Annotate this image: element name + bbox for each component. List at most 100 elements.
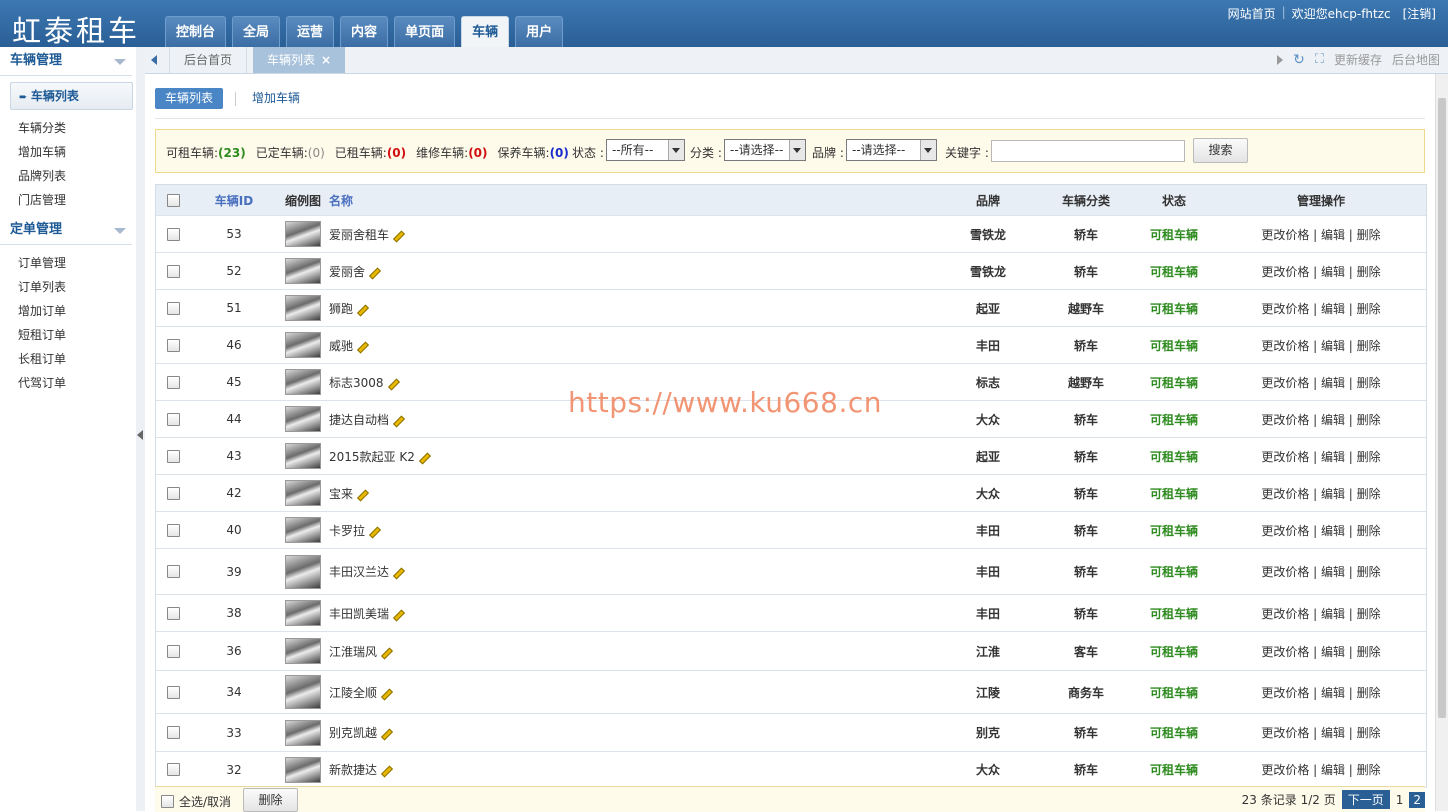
vehicle-thumbnail[interactable] [285,443,321,469]
pencil-edit-icon[interactable] [357,340,370,354]
row-checkbox[interactable] [166,685,180,699]
vehicle-thumbnail[interactable] [285,675,321,709]
vehicle-thumbnail[interactable] [285,517,321,543]
pencil-edit-icon[interactable] [418,451,431,465]
subtab-add-vehicle[interactable]: 增加车辆 [242,88,310,109]
sidebar-item[interactable]: 订单管理 [0,251,136,275]
vehicle-name[interactable]: 爱丽舍租车 [329,226,389,243]
refresh-cache-button[interactable]: 更新缓存 [1334,47,1382,73]
page-1-link[interactable]: 1 [1396,793,1404,807]
row-checkbox[interactable] [166,763,180,776]
sidebar-item[interactable]: 长租订单 [0,347,136,371]
row-actions[interactable]: 更改价格 | 编辑 | 删除 [1261,684,1380,701]
nav-tab[interactable]: 车辆 [461,16,510,47]
row-checkbox[interactable] [166,726,180,739]
vehicle-name[interactable]: 新款捷达 [329,761,377,778]
col-header-name[interactable]: 名称 [329,185,929,215]
fullscreen-icon[interactable]: ⛶ [1315,47,1324,73]
tab-scroll-right-icon[interactable] [1277,55,1284,65]
sidebar-item[interactable]: 订单列表 [0,275,136,299]
nav-tab[interactable]: 单页面 [394,16,456,47]
vehicle-name[interactable]: 别克凯越 [329,724,377,741]
sidebar-item[interactable]: ➨ 车辆列表 [10,82,133,110]
vehicle-name[interactable]: 卡罗拉 [329,522,365,539]
vehicle-name[interactable]: 丰田凯美瑞 [329,605,389,622]
row-checkbox[interactable] [166,565,180,578]
page-2-current[interactable]: 2 [1409,791,1425,808]
nav-tab[interactable]: 全局 [232,16,281,47]
vehicle-name[interactable]: 丰田汉兰达 [329,563,389,580]
select-all[interactable]: 全选/取消 [161,793,231,810]
row-actions[interactable]: 更改价格 | 编辑 | 删除 [1261,724,1380,741]
vehicle-thumbnail[interactable] [285,221,321,247]
pencil-edit-icon[interactable] [393,229,406,243]
pencil-edit-icon[interactable] [381,765,394,778]
vehicle-name[interactable]: 江淮瑞风 [329,643,377,660]
sidebar-item[interactable]: 代驾订单 [0,371,136,395]
sidebar-item[interactable]: 增加订单 [0,299,136,323]
sidebar-collapse-handle[interactable] [136,47,145,811]
vehicle-name[interactable]: 标志3008 [329,374,384,391]
vehicle-thumbnail[interactable] [285,480,321,506]
scrollbar-thumb[interactable] [1438,98,1446,718]
vehicle-name[interactable]: 2015款起亚 K2 [329,448,415,465]
pencil-edit-icon[interactable] [369,525,382,539]
pencil-edit-icon[interactable] [381,646,394,660]
pencil-edit-icon[interactable] [357,488,370,502]
vehicle-thumbnail[interactable] [285,406,321,432]
row-actions[interactable]: 更改价格 | 编辑 | 删除 [1261,522,1380,539]
nav-tab[interactable]: 内容 [340,16,389,47]
category-select[interactable]: --请选择-- [724,139,806,161]
sidebar-section-header[interactable]: 定单管理 [0,216,132,245]
row-actions[interactable]: 更改价格 | 编辑 | 删除 [1261,563,1380,580]
col-header-id[interactable]: 车辆ID [196,185,272,215]
subtab-vehicle-list[interactable]: 车辆列表 [155,88,224,109]
refresh-icon[interactable]: ↻ [1293,47,1305,73]
vertical-scrollbar[interactable] [1435,74,1448,811]
vehicle-name[interactable]: 狮跑 [329,300,353,317]
status-select[interactable]: --所有-- [606,139,685,161]
tab-home[interactable]: 后台首页 [169,47,248,73]
pencil-edit-icon[interactable] [369,266,382,280]
sidebar-item[interactable]: 门店管理 [0,188,136,212]
sitemap-button[interactable]: 后台地图 [1392,47,1440,73]
logout-link[interactable]: [注销] [1397,5,1442,22]
row-checkbox[interactable] [166,301,180,315]
select-all-footer-checkbox[interactable] [161,795,174,808]
vehicle-thumbnail[interactable] [285,554,321,589]
row-actions[interactable]: 更改价格 | 编辑 | 删除 [1261,337,1380,354]
tab-scroll-left-icon[interactable] [151,55,157,65]
row-actions[interactable]: 更改价格 | 编辑 | 删除 [1261,485,1380,502]
row-checkbox[interactable] [166,523,180,537]
pencil-edit-icon[interactable] [393,414,406,428]
pencil-edit-icon[interactable] [381,687,394,701]
row-checkbox[interactable] [166,264,180,278]
select-all-checkbox[interactable] [166,193,180,207]
tab-vehicle-list[interactable]: 车辆列表 × [253,47,346,73]
row-actions[interactable]: 更改价格 | 编辑 | 删除 [1261,226,1380,243]
row-checkbox[interactable] [166,606,180,620]
nav-tab[interactable]: 用户 [515,16,564,47]
row-actions[interactable]: 更改价格 | 编辑 | 删除 [1261,300,1380,317]
row-actions[interactable]: 更改价格 | 编辑 | 删除 [1261,643,1380,660]
pencil-edit-icon[interactable] [387,377,400,391]
vehicle-name[interactable]: 捷达自动档 [329,411,389,428]
sidebar-item[interactable]: 车辆分类 [0,116,136,140]
row-checkbox[interactable] [166,338,180,352]
row-actions[interactable]: 更改价格 | 编辑 | 删除 [1261,374,1380,391]
row-checkbox[interactable] [166,449,180,463]
row-checkbox[interactable] [166,644,180,658]
vehicle-name[interactable]: 江陵全顺 [329,684,377,701]
vehicle-thumbnail[interactable] [285,332,321,358]
pencil-edit-icon[interactable] [381,728,394,741]
select-all-label[interactable]: 全选/取消 [179,793,231,810]
search-button[interactable]: 搜索 [1193,138,1248,163]
row-checkbox[interactable] [166,227,180,241]
vehicle-thumbnail[interactable] [285,295,321,321]
pencil-edit-icon[interactable] [357,303,370,317]
keyword-input[interactable] [991,140,1185,162]
nav-tab[interactable]: 控制台 [165,16,227,47]
close-icon[interactable]: × [321,53,331,67]
row-checkbox[interactable] [166,412,180,426]
pencil-edit-icon[interactable] [393,567,406,580]
